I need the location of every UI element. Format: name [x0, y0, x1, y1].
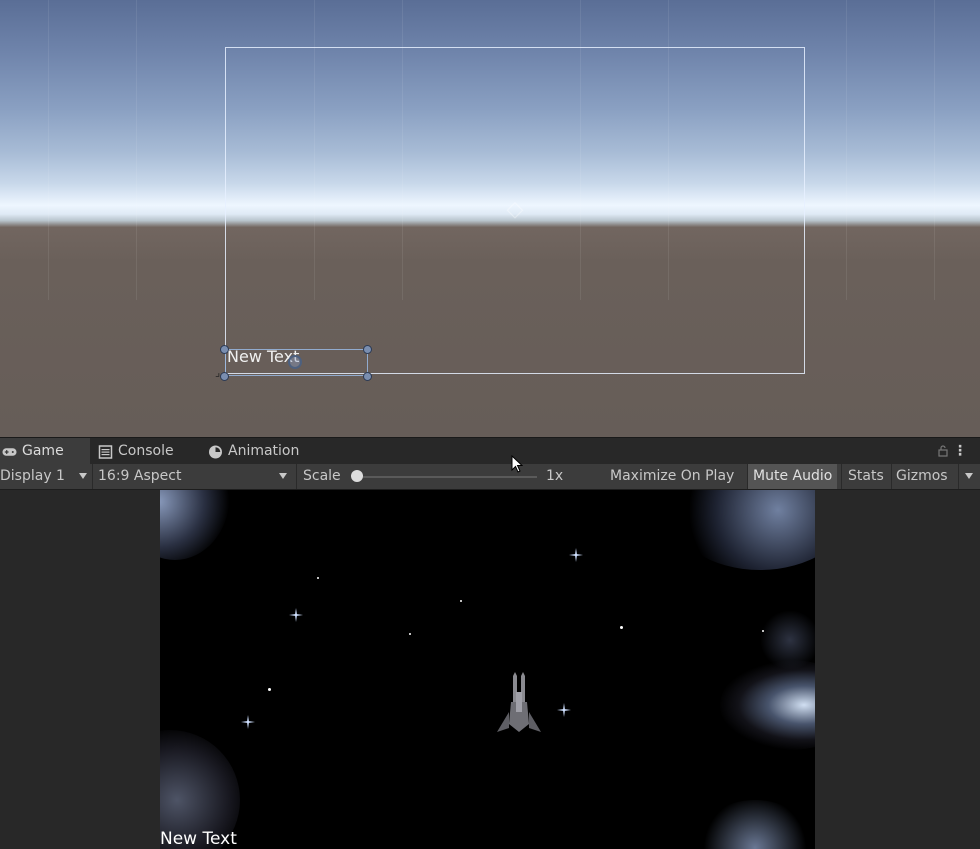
star-icon — [268, 688, 271, 691]
aspect-dropdown-label: 16:9 Aspect — [98, 468, 182, 484]
text-pivot-handle[interactable] — [288, 355, 302, 369]
scale-label: Scale — [303, 468, 341, 484]
chevron-down-icon — [965, 473, 973, 479]
scene-grid-line — [934, 0, 935, 300]
nebula-image — [160, 490, 230, 560]
display-dropdown[interactable]: Display 1 — [0, 464, 90, 489]
star-icon — [620, 626, 623, 629]
gamepad-icon — [2, 447, 17, 456]
game-ui-text: New Text — [160, 829, 237, 849]
more-options-icon[interactable]: ⋮ — [953, 442, 967, 460]
toolbar-divider — [296, 464, 297, 489]
tab-console[interactable]: Console — [98, 438, 174, 465]
scene-grid-line — [846, 0, 847, 300]
tab-game[interactable]: Game — [0, 438, 90, 465]
galaxy-image — [720, 660, 815, 750]
star-icon — [762, 630, 764, 632]
tab-game-label: Game — [22, 443, 64, 459]
stats-button[interactable]: Stats — [843, 464, 889, 489]
clock-icon — [209, 445, 222, 458]
tab-animation-label: Animation — [228, 443, 300, 459]
aspect-dropdown[interactable]: 16:9 Aspect — [98, 464, 292, 489]
game-toolbar: Display 1 16:9 Aspect Scale 1x Maximize … — [0, 464, 980, 490]
tab-animation[interactable]: Animation — [208, 438, 299, 465]
scene-grid-line — [48, 0, 49, 300]
toolbar-divider — [92, 464, 93, 489]
chevron-down-icon — [79, 473, 87, 479]
window-tab-bar: Game Console Animation ⋮ — [0, 437, 980, 465]
canvas-pivot-icon: ◇ — [506, 197, 524, 222]
rect-handle-bottom-right[interactable] — [363, 372, 372, 381]
mouse-cursor-icon — [511, 455, 523, 473]
game-view-area: New Text — [0, 490, 980, 849]
star-icon — [569, 548, 583, 562]
gizmos-dropdown[interactable] — [960, 464, 980, 489]
star-icon — [289, 608, 303, 622]
scene-view[interactable]: ◇ New Text ⌟ — [0, 0, 980, 437]
maximize-on-play-button[interactable]: Maximize On Play — [605, 464, 739, 489]
scale-value: 1x — [546, 468, 564, 484]
star-icon — [241, 715, 255, 729]
rect-handle-top-right[interactable] — [363, 345, 372, 354]
gizmos-button[interactable]: Gizmos — [891, 464, 953, 489]
scale-slider-track[interactable] — [357, 476, 537, 478]
scene-grid-line — [136, 0, 137, 300]
tab-console-label: Console — [118, 443, 174, 459]
toolbar-divider — [841, 464, 842, 489]
console-icon — [98, 444, 113, 459]
game-viewport[interactable]: New Text — [160, 490, 815, 849]
star-icon — [460, 600, 462, 602]
star-icon — [409, 633, 411, 635]
rect-handle-bottom-left[interactable] — [220, 372, 229, 381]
star-icon — [317, 577, 319, 579]
nebula-image — [670, 490, 815, 570]
anchor-icon[interactable]: ⌟ — [215, 366, 220, 379]
mute-audio-button[interactable]: Mute Audio — [748, 464, 838, 489]
toolbar-divider — [958, 464, 959, 489]
lock-icon[interactable] — [938, 445, 948, 457]
chevron-down-icon — [279, 473, 287, 479]
spaceship-sprite — [497, 672, 541, 732]
star-icon — [557, 703, 571, 717]
display-dropdown-label: Display 1 — [0, 468, 65, 484]
nebula-image — [700, 800, 810, 849]
scale-slider-handle[interactable] — [351, 470, 363, 482]
nebula-image — [760, 610, 815, 670]
